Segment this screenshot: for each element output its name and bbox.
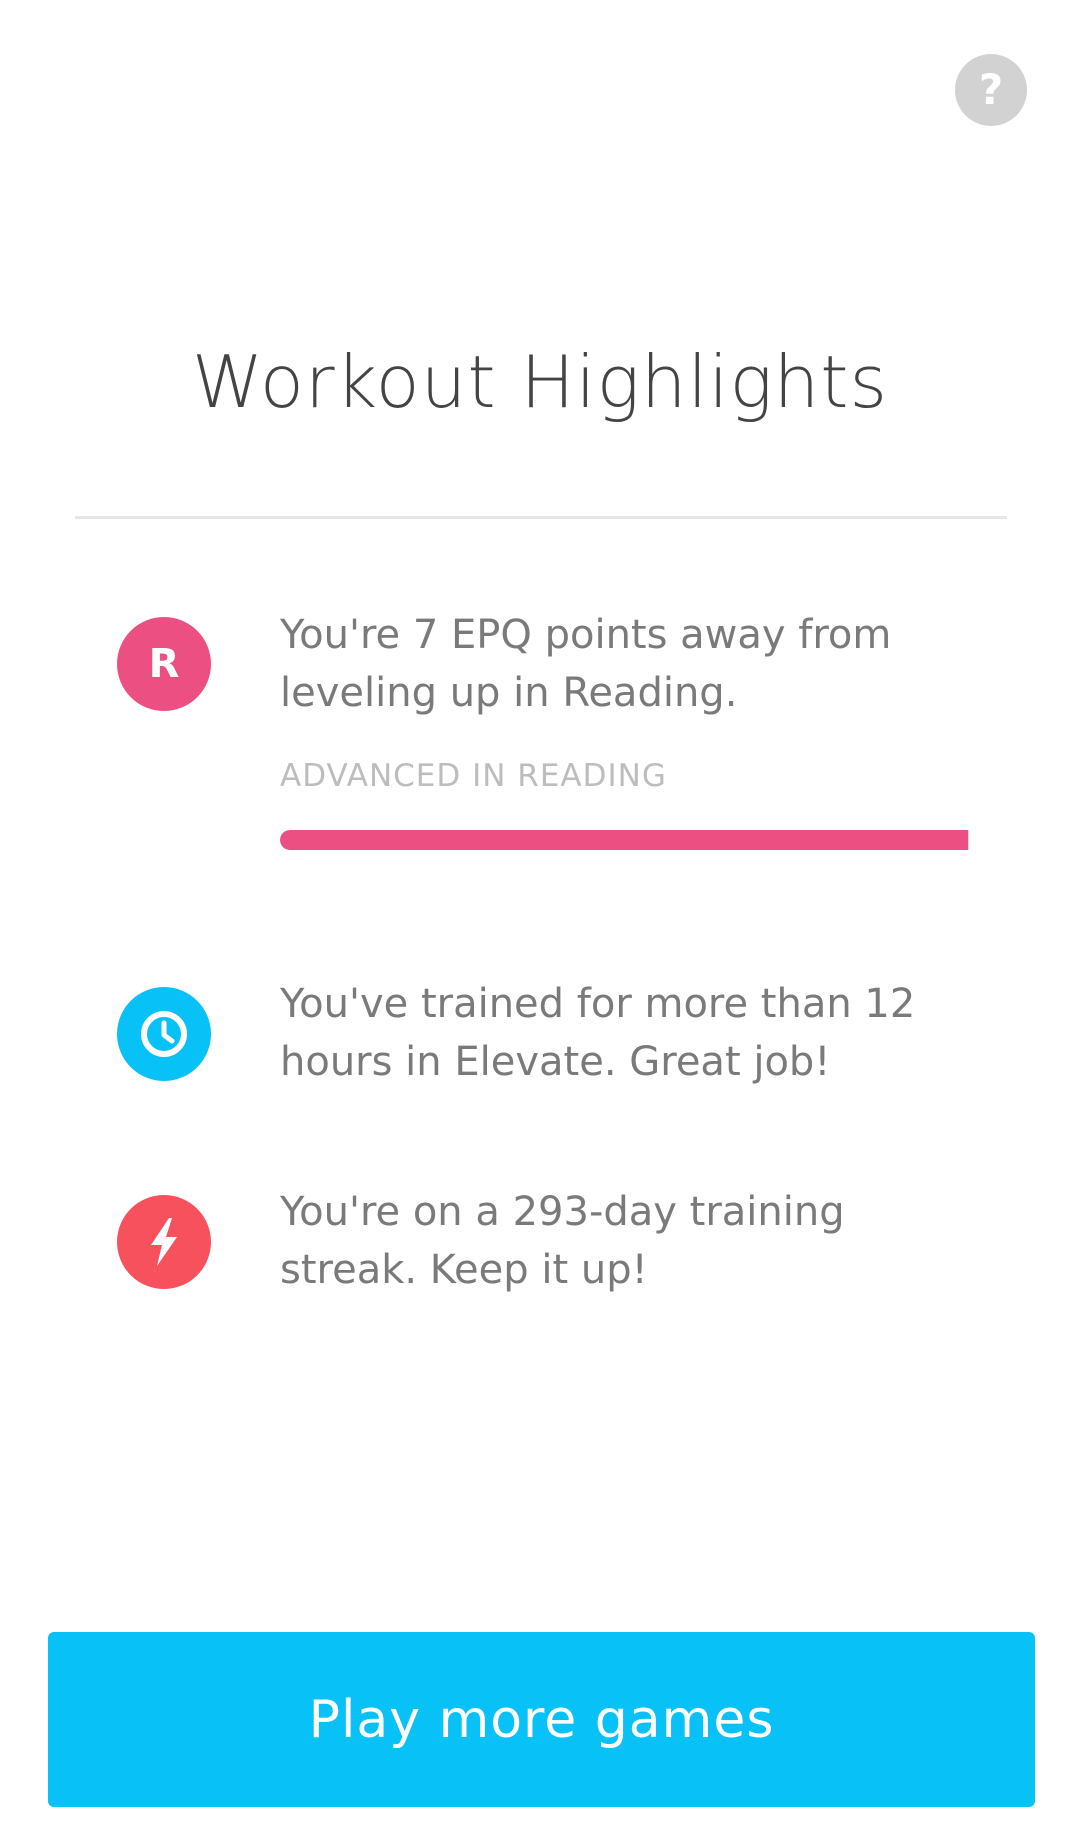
play-more-games-label: Play more games (308, 1689, 775, 1750)
help-button[interactable]: ? (955, 54, 1027, 126)
lightning-bolt-icon (151, 1218, 177, 1266)
highlight-text: You've trained for more than 12 hours in… (280, 981, 916, 1085)
play-more-games-button[interactable]: Play more games (48, 1632, 1035, 1807)
page-title: Workout Highlights (191, 340, 889, 424)
clock-icon (141, 1011, 187, 1057)
question-mark-icon: ? (978, 65, 1004, 114)
level-label: ADVANCED IN READING (280, 758, 667, 794)
streak-badge (117, 1195, 211, 1289)
clock-badge (117, 987, 211, 1081)
highlight-text: You're 7 EPQ points away from leveling u… (280, 612, 892, 716)
level-progress-bar (280, 830, 969, 850)
divider (75, 516, 1007, 519)
level-progress-fill (280, 830, 969, 850)
highlight-text: You're on a 293-day training streak. Kee… (280, 1189, 845, 1293)
reading-badge: R (117, 617, 211, 711)
letter-r-icon: R (148, 641, 180, 687)
